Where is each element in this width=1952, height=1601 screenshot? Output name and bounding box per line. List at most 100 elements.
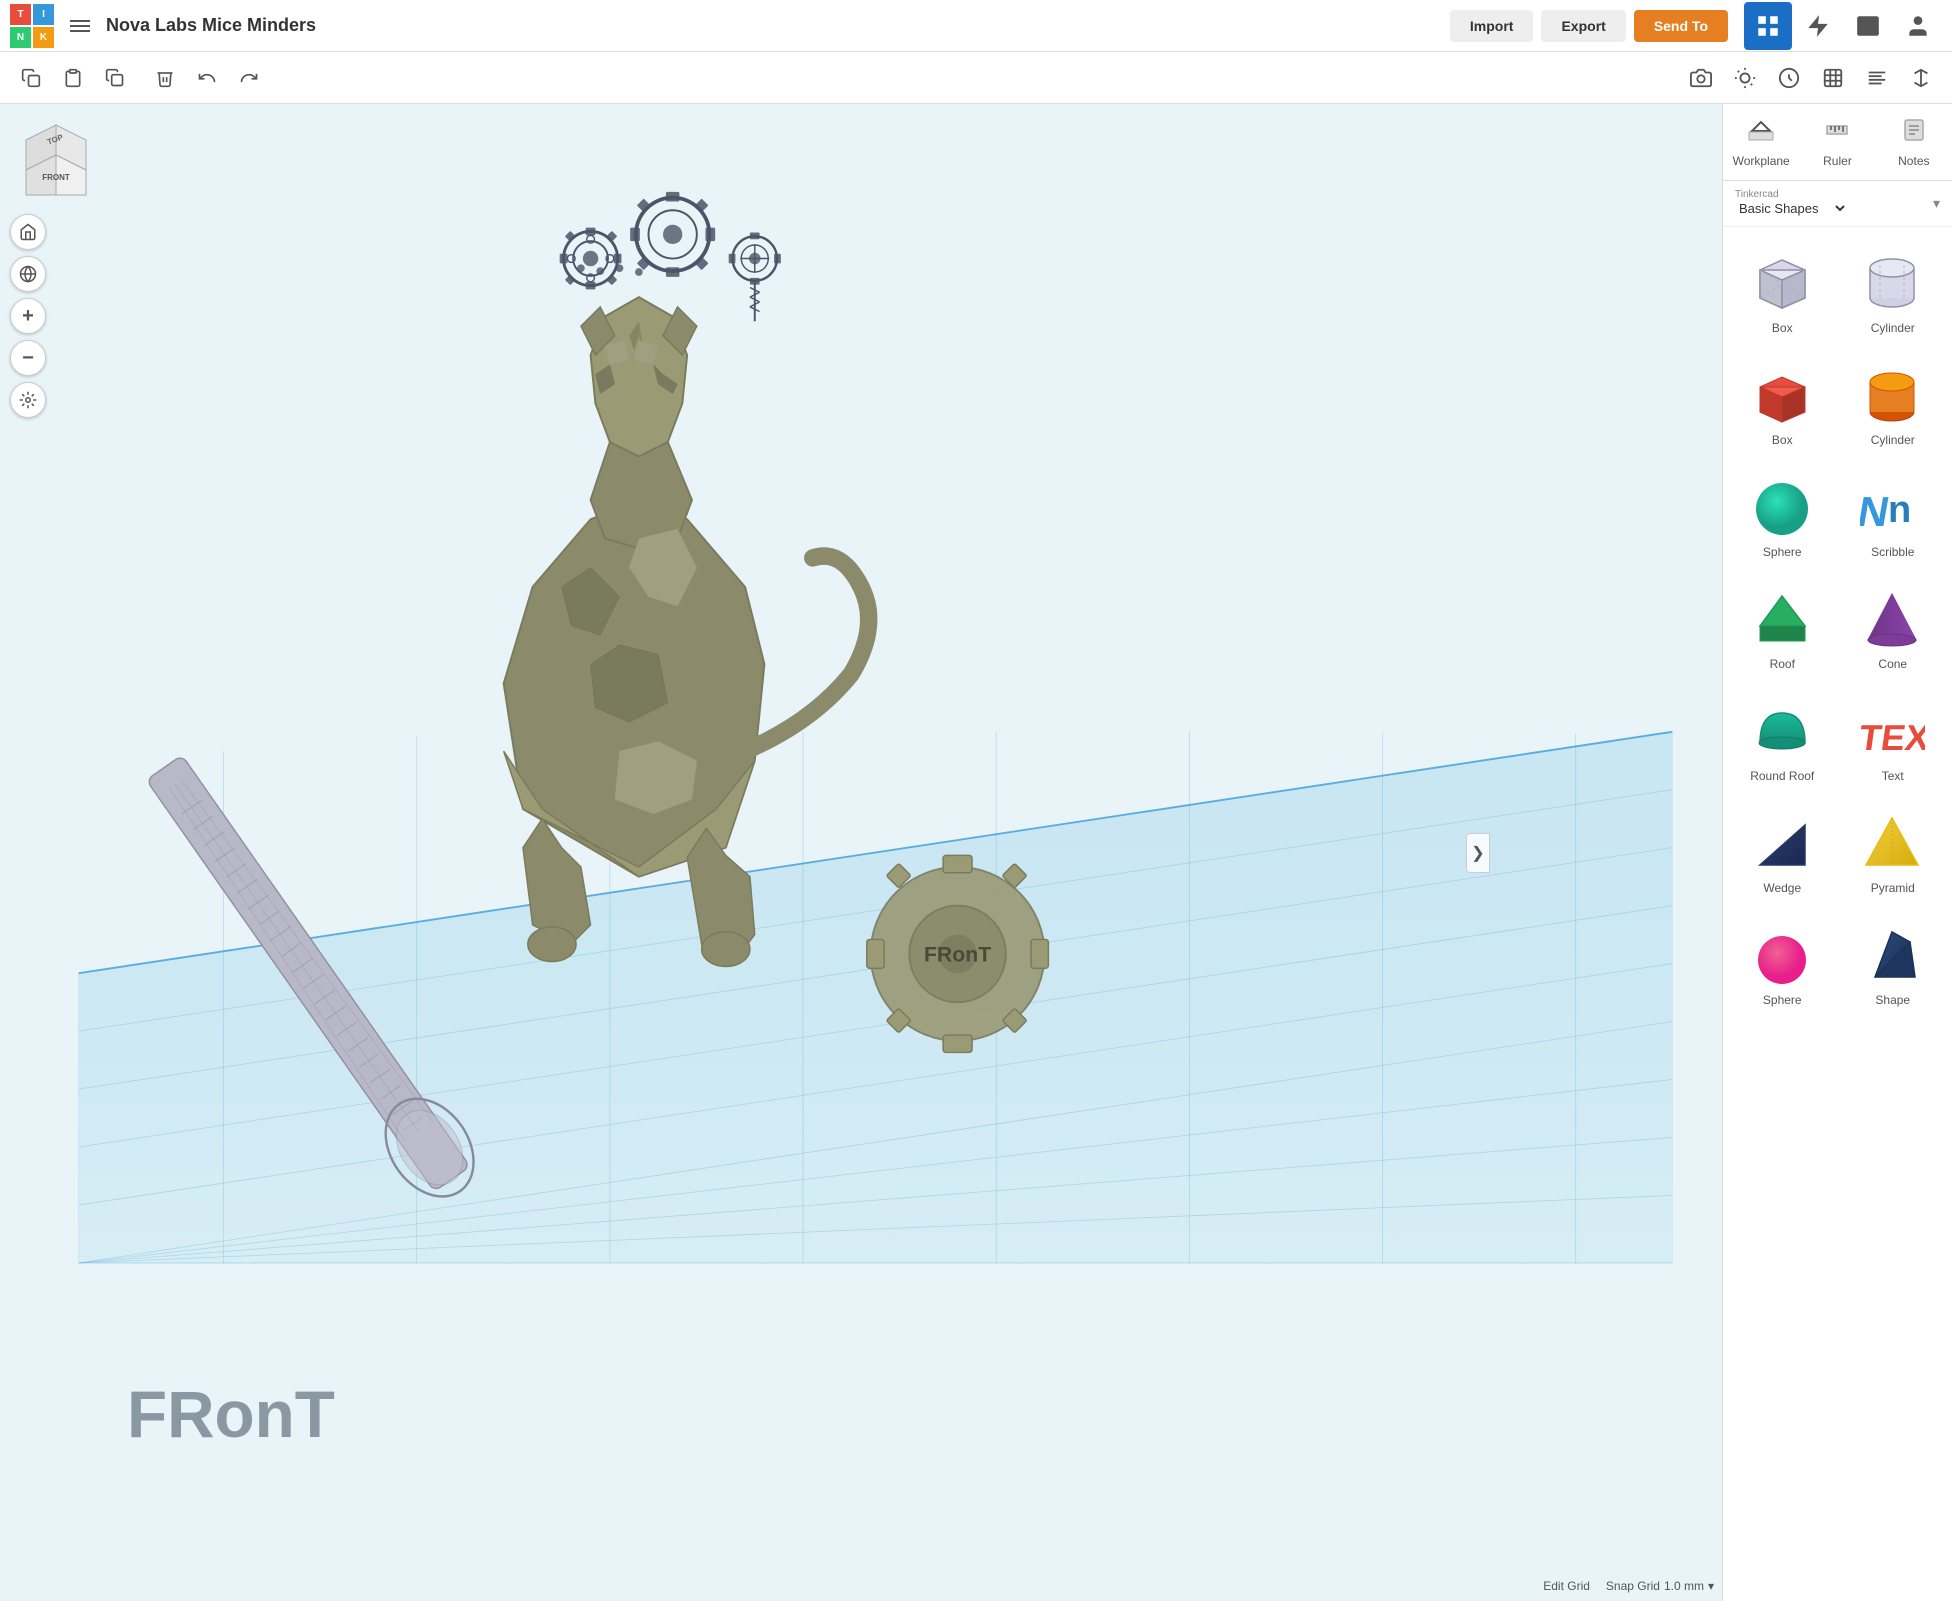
cat-figure [504,192,869,967]
box-red-icon [1747,359,1817,429]
delete-button[interactable] [146,59,184,97]
box-wire-label: Box [1772,321,1793,335]
snap-grid-status[interactable]: Snap Grid 1.0 mm ▾ [1606,1579,1714,1593]
delete-icon [155,68,175,88]
undo-button[interactable] [188,59,226,97]
svg-text:FRonT: FRonT [924,943,991,967]
light-icon [1734,67,1756,89]
shape-item-pyramid[interactable]: Pyramid [1842,799,1945,903]
shape-item-dark[interactable]: Shape [1842,911,1945,1015]
chevron-down-icon: ▾ [1933,195,1940,212]
send-to-button[interactable]: Send To [1634,10,1728,42]
import-button[interactable]: Import [1450,10,1534,42]
snap-grid-label: Snap Grid [1606,1579,1660,1593]
sphere-pink-icon [1747,919,1817,989]
sphere-teal-icon [1747,471,1817,541]
redo-button[interactable] [230,59,268,97]
grid-icon [1755,13,1781,39]
duplicate-button[interactable] [96,59,134,97]
frame-icon [1822,67,1844,89]
shape-item-wedge[interactable]: Wedge [1731,799,1834,903]
gear-3 [729,232,781,321]
frame-button[interactable] [1814,59,1852,97]
shape-item-box-wire[interactable]: Box [1731,239,1834,343]
circle-tool-icon [1778,67,1800,89]
notes-label: Notes [1898,154,1929,168]
undo-icon [197,68,217,88]
logo-n: N [10,27,31,48]
svg-text:n: n [1888,489,1911,531]
tinkercad-logo[interactable]: T I N K [10,4,54,48]
shape-item-scribble[interactable]: N n Scribble [1842,463,1945,567]
topbar: T I N K Nova Labs Mice Minders Import Ex… [0,0,1952,52]
gallery-button[interactable] [1844,2,1892,50]
logo-k: K [33,27,54,48]
snap-value: 1.0 mm [1664,1579,1704,1593]
ruler-button[interactable]: Ruler [1799,104,1875,180]
mirror-button[interactable] [1902,59,1940,97]
paste-button[interactable] [54,59,92,97]
tools-button[interactable] [1794,2,1842,50]
profile-icon [1905,13,1931,39]
shape-item-text[interactable]: TEXT Text [1842,687,1945,791]
copy-button[interactable] [12,59,50,97]
copy-icon [21,68,41,88]
shapes-header: Tinkercad Basic Shapes Text & Numbers Fe… [1723,181,1952,227]
shape-item-sphere-teal[interactable]: Sphere [1731,463,1834,567]
shape-item-sphere-pink[interactable]: Sphere [1731,911,1834,1015]
scene-svg: FRonT FRonT [0,104,1722,1601]
hamburger-button[interactable] [62,8,98,44]
notes-icon [1900,116,1928,150]
canvas-area[interactable]: TOP FRONT + − [0,104,1722,1601]
sphere-pink-label: Sphere [1763,993,1802,1007]
profile-button[interactable] [1894,2,1942,50]
shape-item-cone-purple[interactable]: Cone [1842,575,1945,679]
align-icon [1866,67,1888,89]
workplane-button[interactable]: Workplane [1723,104,1799,180]
cylinder-orange-icon [1858,359,1928,429]
text-shape-label: Text [1882,769,1904,783]
logo-t: T [10,4,31,25]
dark-shape-label: Shape [1875,993,1910,1007]
camera-button[interactable] [1682,59,1720,97]
wedge-label: Wedge [1763,881,1801,895]
shapes-grid: Box Cylinder [1723,227,1952,1601]
shape-item-roof-green[interactable]: Roof [1731,575,1834,679]
cylinder-wire-icon [1858,247,1928,317]
snap-dropdown-icon: ▾ [1708,1579,1714,1593]
shape-item-box-red[interactable]: Box [1731,351,1834,455]
edit-grid-label: Edit Grid [1543,1579,1590,1593]
grid-view-button[interactable] [1744,2,1792,50]
gear-2 [630,192,715,277]
text-shape-icon: TEXT [1858,695,1928,765]
app-title: Nova Labs Mice Minders [106,15,770,36]
shape-item-cylinder-orange[interactable]: Cylinder [1842,351,1945,455]
round-roof-icon [1747,695,1817,765]
svg-text:TEXT: TEXT [1860,717,1925,758]
status-bar: Edit Grid Snap Grid 1.0 mm ▾ [1543,1579,1714,1593]
camera-icon [1690,67,1712,89]
gallery-icon [1855,13,1881,39]
export-button[interactable]: Export [1541,10,1625,42]
gear-1 [560,228,622,290]
right-panel-top: Workplane Ruler [1723,104,1952,181]
edit-grid-status[interactable]: Edit Grid [1543,1579,1590,1593]
paste-icon [63,68,83,88]
logo-i: I [33,4,54,25]
roof-green-label: Roof [1770,657,1795,671]
shapes-category-select[interactable]: Basic Shapes Text & Numbers Featured [1735,200,1848,217]
pyramid-icon [1858,807,1928,877]
align-button[interactable] [1858,59,1896,97]
shape-item-cylinder-wire[interactable]: Cylinder [1842,239,1945,343]
round-roof-label: Round Roof [1750,769,1814,783]
right-chevron[interactable]: ❯ [1466,833,1490,873]
wedge-icon [1747,807,1817,877]
toolbar-center [1682,59,1940,97]
light-button[interactable] [1726,59,1764,97]
shape-item-round-roof[interactable]: Round Roof [1731,687,1834,791]
notes-button[interactable]: Notes [1876,104,1952,180]
toolbar [0,52,1952,104]
duplicate-icon [105,68,125,88]
circle-tool-button[interactable] [1770,59,1808,97]
cone-purple-icon [1858,583,1928,653]
